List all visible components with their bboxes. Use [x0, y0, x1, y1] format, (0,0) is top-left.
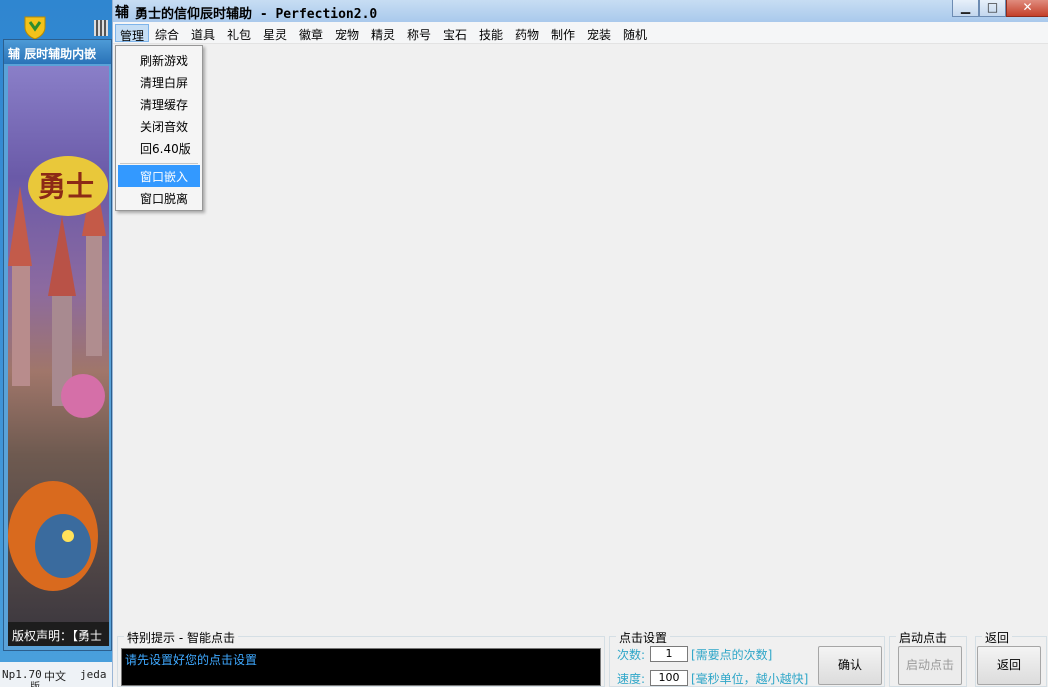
dropdown-separator — [120, 163, 198, 164]
shield-app-icon[interactable] — [22, 14, 48, 40]
game-art-illustration: 勇士 — [8, 156, 108, 591]
back-group-label: 返回 — [982, 629, 1013, 646]
tail-text: 版 — [30, 678, 40, 687]
start-click-label: 启动点击 — [896, 629, 951, 646]
count-hint: [需要点的次数] — [691, 648, 773, 662]
manage-dropdown: 刷新游戏 清理白屏 清理缓存 关闭音效 回6.40版 窗口嵌入 窗口脱离 — [115, 45, 203, 211]
menu-manage[interactable]: 管理 — [115, 24, 150, 43]
menu-craft[interactable]: 制作 — [547, 24, 579, 42]
minimize-button[interactable]: ▁ — [952, 0, 979, 17]
menu-bar: 管理 综合 道具 礼包 星灵 徽章 宠物 精灵 称号 宝石 技能 药物 制作 宠… — [113, 22, 1048, 44]
tips-group-label: 特别提示 - 智能点击 — [124, 629, 238, 646]
background-window[interactable]: 辅 辰时辅助内嵌 勇士 版权声明：【勇士 — [3, 39, 112, 651]
tips-output: 请先设置好您的点击设置 — [121, 648, 601, 686]
confirm-button[interactable]: 确认 — [818, 646, 882, 685]
menu-potion[interactable]: 药物 — [511, 24, 543, 42]
dd-clear-white-screen[interactable]: 清理白屏 — [118, 71, 200, 93]
speed-hint: [毫秒单位，越小越快] — [691, 672, 809, 686]
menu-badge[interactable]: 徽章 — [295, 24, 327, 42]
dd-embed-window[interactable]: 窗口嵌入 — [118, 165, 200, 187]
background-window-title: 辅 辰时辅助内嵌 — [4, 40, 111, 64]
main-window[interactable]: 辅 勇士的信仰辰时辅助 - Perfection2.0 ▁ □ ✕ 管理 综合 … — [112, 0, 1048, 687]
menu-spirit[interactable]: 精灵 — [367, 24, 399, 42]
dd-revert-version[interactable]: 回6.40版 — [118, 137, 200, 159]
svg-text:勇士: 勇士 — [38, 170, 94, 203]
dd-mute-sound[interactable]: 关闭音效 — [118, 115, 200, 137]
start-click-button[interactable]: 启动点击 — [898, 646, 962, 685]
content-area — [113, 45, 1048, 633]
game-artwork: 勇士 — [8, 66, 109, 622]
title-bar[interactable]: 辅 勇士的信仰辰时辅助 - Perfection2.0 ▁ □ ✕ — [113, 0, 1048, 22]
click-settings-label: 点击设置 — [616, 629, 671, 646]
language-text: 中文 — [44, 670, 66, 683]
back-button[interactable]: 返回 — [977, 646, 1041, 685]
menu-title[interactable]: 称号 — [403, 24, 435, 42]
menu-items[interactable]: 道具 — [187, 24, 219, 42]
menu-gift[interactable]: 礼包 — [223, 24, 255, 42]
tips-text: 请先设置好您的点击设置 — [125, 653, 258, 667]
count-input[interactable]: 1 — [650, 646, 688, 662]
speed-label: 速度: — [617, 672, 646, 686]
dd-refresh-game[interactable]: 刷新游戏 — [118, 49, 200, 71]
count-label: 次数: — [617, 648, 646, 662]
maximize-button[interactable]: □ — [979, 0, 1006, 17]
taskbar-strip: Np1.70 中文 jeda 版 — [0, 662, 112, 687]
menu-random[interactable]: 随机 — [619, 24, 651, 42]
menu-pet[interactable]: 宠物 — [331, 24, 363, 42]
menu-general[interactable]: 综合 — [151, 24, 183, 42]
menu-star-spirit[interactable]: 星灵 — [259, 24, 291, 42]
speed-input[interactable]: 100 — [650, 670, 688, 686]
extra-text: jeda — [80, 668, 107, 681]
menu-skill[interactable]: 技能 — [475, 24, 507, 42]
window-title: 勇士的信仰辰时辅助 - Perfection2.0 — [135, 7, 378, 22]
dd-detach-window[interactable]: 窗口脱离 — [118, 187, 200, 209]
close-button[interactable]: ✕ — [1006, 0, 1048, 17]
dd-clear-cache[interactable]: 清理缓存 — [118, 93, 200, 115]
menu-pet-gear[interactable]: 宠装 — [583, 24, 615, 42]
desktop-icon-strip[interactable] — [94, 20, 108, 36]
app-icon: 辅 — [115, 5, 129, 21]
copyright-bar: 版权声明：【勇士 — [8, 622, 109, 646]
menu-gem[interactable]: 宝石 — [439, 24, 471, 42]
